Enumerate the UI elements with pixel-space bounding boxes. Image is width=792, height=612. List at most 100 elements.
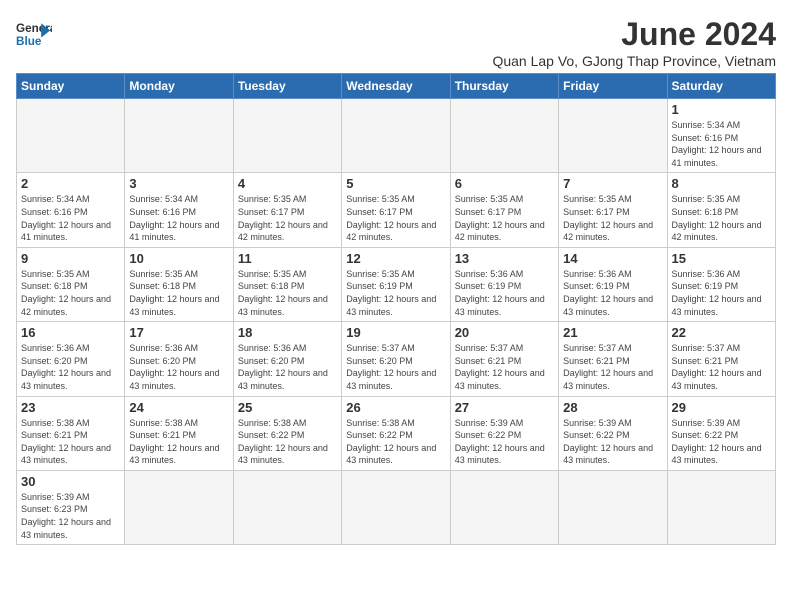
day-number: 2 <box>21 176 120 191</box>
day-info: Sunrise: 5:37 AM Sunset: 6:21 PM Dayligh… <box>455 342 554 392</box>
day-number: 1 <box>672 102 771 117</box>
calendar-cell <box>17 99 125 173</box>
day-number: 21 <box>563 325 662 340</box>
day-number: 30 <box>21 474 120 489</box>
calendar-cell: 15 Sunrise: 5:36 AM Sunset: 6:19 PM Dayli… <box>667 247 775 321</box>
day-info: Sunrise: 5:38 AM Sunset: 6:22 PM Dayligh… <box>238 417 337 467</box>
day-info: Sunrise: 5:36 AM Sunset: 6:20 PM Dayligh… <box>238 342 337 392</box>
calendar-cell: 12 Sunrise: 5:35 AM Sunset: 6:19 PM Dayli… <box>342 247 450 321</box>
calendar-cell: 25 Sunrise: 5:38 AM Sunset: 6:22 PM Dayli… <box>233 396 341 470</box>
day-number: 24 <box>129 400 228 415</box>
week-row-6: 30 Sunrise: 5:39 AM Sunset: 6:23 PM Dayli… <box>17 470 776 544</box>
week-row-5: 23Sunrise: 5:38 AM Sunset: 6:21 PM Dayli… <box>17 396 776 470</box>
calendar-cell: 9 Sunrise: 5:35 AM Sunset: 6:18 PM Daylig… <box>17 247 125 321</box>
day-info: Sunrise: 5:35 AM Sunset: 6:17 PM Dayligh… <box>563 193 662 243</box>
calendar-cell: 2Sunrise: 5:34 AM Sunset: 6:16 PM Daylig… <box>17 173 125 247</box>
calendar-cell: 16 Sunrise: 5:36 AM Sunset: 6:20 PM Dayli… <box>17 322 125 396</box>
calendar-cell: 13 Sunrise: 5:36 AM Sunset: 6:19 PM Dayli… <box>450 247 558 321</box>
title-block: June 2024 Quan Lap Vo, GJong Thap Provin… <box>492 16 776 69</box>
calendar-cell <box>342 470 450 544</box>
day-number: 15 <box>672 251 771 266</box>
weekday-header-monday: Monday <box>125 74 233 99</box>
day-info: Sunrise: 5:38 AM Sunset: 6:21 PM Dayligh… <box>129 417 228 467</box>
calendar-title: June 2024 <box>492 16 776 53</box>
day-info: Sunrise: 5:34 AM Sunset: 6:16 PM Dayligh… <box>129 193 228 243</box>
day-number: 12 <box>346 251 445 266</box>
day-number: 11 <box>238 251 337 266</box>
day-number: 19 <box>346 325 445 340</box>
day-info: Sunrise: 5:36 AM Sunset: 6:20 PM Dayligh… <box>129 342 228 392</box>
calendar-cell: 24 Sunrise: 5:38 AM Sunset: 6:21 PM Dayli… <box>125 396 233 470</box>
calendar-cell: 19 Sunrise: 5:37 AM Sunset: 6:20 PM Dayli… <box>342 322 450 396</box>
day-info: Sunrise: 5:39 AM Sunset: 6:22 PM Dayligh… <box>455 417 554 467</box>
day-info: Sunrise: 5:35 AM Sunset: 6:17 PM Dayligh… <box>346 193 445 243</box>
day-number: 20 <box>455 325 554 340</box>
calendar-cell: 22 Sunrise: 5:37 AM Sunset: 6:21 PM Dayli… <box>667 322 775 396</box>
calendar-table: SundayMondayTuesdayWednesdayThursdayFrid… <box>16 73 776 545</box>
day-info: Sunrise: 5:38 AM Sunset: 6:22 PM Dayligh… <box>346 417 445 467</box>
calendar-cell <box>450 470 558 544</box>
day-number: 26 <box>346 400 445 415</box>
day-number: 29 <box>672 400 771 415</box>
day-info: Sunrise: 5:36 AM Sunset: 6:20 PM Dayligh… <box>21 342 120 392</box>
day-number: 25 <box>238 400 337 415</box>
calendar-cell <box>125 470 233 544</box>
day-info: Sunrise: 5:36 AM Sunset: 6:19 PM Dayligh… <box>672 268 771 318</box>
calendar-cell: 29 Sunrise: 5:39 AM Sunset: 6:22 PM Dayli… <box>667 396 775 470</box>
week-row-2: 2 Sunrise: 5:34 AM Sunset: 6:16 PM Daylig… <box>17 173 776 247</box>
calendar-cell: 18 Sunrise: 5:36 AM Sunset: 6:20 PM Dayli… <box>233 322 341 396</box>
day-info: Sunrise: 5:35 AM Sunset: 6:17 PM Dayligh… <box>455 193 554 243</box>
day-info: Sunrise: 5:34 AM Sunset: 6:16 PM Dayligh… <box>672 119 771 169</box>
calendar-cell <box>342 99 450 173</box>
day-number: 16 <box>21 325 120 340</box>
day-number: 27 <box>455 400 554 415</box>
day-info: Sunrise: 5:35 AM Sunset: 6:18 PM Dayligh… <box>672 193 771 243</box>
day-number: 14 <box>563 251 662 266</box>
calendar-cell: 14 Sunrise: 5:36 AM Sunset: 6:19 PM Dayli… <box>559 247 667 321</box>
calendar-subtitle: Quan Lap Vo, GJong Thap Province, Vietna… <box>492 53 776 69</box>
day-info: Sunrise: 5:36 AM Sunset: 6:19 PM Dayligh… <box>455 268 554 318</box>
day-info: Sunrise: 5:36 AM Sunset: 6:19 PM Dayligh… <box>563 268 662 318</box>
day-number: 9 <box>21 251 120 266</box>
day-number: 5 <box>346 176 445 191</box>
calendar-cell: 5 Sunrise: 5:35 AM Sunset: 6:17 PM Daylig… <box>342 173 450 247</box>
weekday-header-row: SundayMondayTuesdayWednesdayThursdayFrid… <box>17 74 776 99</box>
weekday-header-friday: Friday <box>559 74 667 99</box>
day-number: 18 <box>238 325 337 340</box>
calendar-cell <box>233 99 341 173</box>
day-number: 13 <box>455 251 554 266</box>
svg-text:Blue: Blue <box>16 35 42 48</box>
day-info: Sunrise: 5:35 AM Sunset: 6:19 PM Dayligh… <box>346 268 445 318</box>
calendar-cell: 6Sunrise: 5:35 AM Sunset: 6:17 PM Daylig… <box>450 173 558 247</box>
logo-icon: General Blue <box>16 16 52 52</box>
day-number: 22 <box>672 325 771 340</box>
day-info: Sunrise: 5:39 AM Sunset: 6:22 PM Dayligh… <box>672 417 771 467</box>
logo: General Blue <box>16 16 52 52</box>
day-number: 3 <box>129 176 228 191</box>
weekday-header-tuesday: Tuesday <box>233 74 341 99</box>
day-info: Sunrise: 5:37 AM Sunset: 6:21 PM Dayligh… <box>672 342 771 392</box>
day-info: Sunrise: 5:35 AM Sunset: 6:18 PM Dayligh… <box>238 268 337 318</box>
day-info: Sunrise: 5:39 AM Sunset: 6:22 PM Dayligh… <box>563 417 662 467</box>
calendar-cell <box>667 470 775 544</box>
day-info: Sunrise: 5:35 AM Sunset: 6:18 PM Dayligh… <box>21 268 120 318</box>
calendar-cell: 17 Sunrise: 5:36 AM Sunset: 6:20 PM Dayli… <box>125 322 233 396</box>
calendar-cell: 26 Sunrise: 5:38 AM Sunset: 6:22 PM Dayli… <box>342 396 450 470</box>
day-number: 17 <box>129 325 228 340</box>
day-info: Sunrise: 5:39 AM Sunset: 6:23 PM Dayligh… <box>21 491 120 541</box>
calendar-cell: 4Sunrise: 5:35 AM Sunset: 6:17 PM Daylig… <box>233 173 341 247</box>
weekday-header-saturday: Saturday <box>667 74 775 99</box>
day-number: 28 <box>563 400 662 415</box>
weekday-header-sunday: Sunday <box>17 74 125 99</box>
day-info: Sunrise: 5:38 AM Sunset: 6:21 PM Dayligh… <box>21 417 120 467</box>
day-number: 10 <box>129 251 228 266</box>
calendar-cell: 8Sunrise: 5:35 AM Sunset: 6:18 PM Daylig… <box>667 173 775 247</box>
day-info: Sunrise: 5:37 AM Sunset: 6:20 PM Dayligh… <box>346 342 445 392</box>
calendar-cell: 30 Sunrise: 5:39 AM Sunset: 6:23 PM Dayli… <box>17 470 125 544</box>
day-info: Sunrise: 5:35 AM Sunset: 6:17 PM Dayligh… <box>238 193 337 243</box>
calendar-cell: 3 Sunrise: 5:34 AM Sunset: 6:16 PM Daylig… <box>125 173 233 247</box>
calendar-cell: 23Sunrise: 5:38 AM Sunset: 6:21 PM Dayli… <box>17 396 125 470</box>
weekday-header-wednesday: Wednesday <box>342 74 450 99</box>
calendar-header: General Blue June 2024 Quan Lap Vo, GJon… <box>16 16 776 69</box>
calendar-cell: 21Sunrise: 5:37 AM Sunset: 6:21 PM Dayli… <box>559 322 667 396</box>
